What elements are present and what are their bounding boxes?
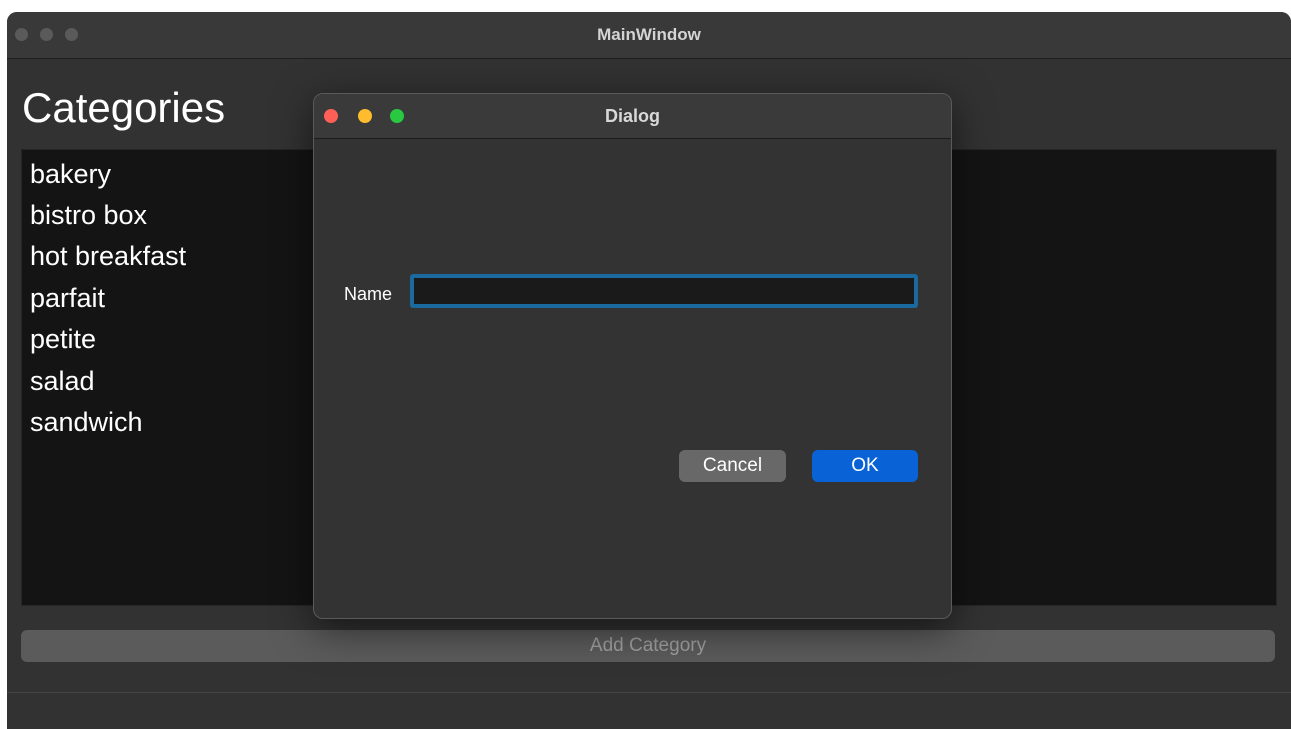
dialog-window: Dialog Name Cancel OK (313, 93, 952, 619)
list-item[interactable]: salad (30, 365, 95, 397)
list-item[interactable]: bakery (30, 158, 111, 190)
dialog-title: Dialog (604, 106, 660, 126)
list-item[interactable]: bistro box (30, 199, 147, 231)
ok-button[interactable]: OK (812, 450, 918, 482)
window-title: MainWindow (597, 25, 701, 44)
list-item[interactable]: hot breakfast (30, 240, 186, 272)
name-label: Name (344, 284, 393, 304)
main-titlebar: MainWindow (7, 12, 1291, 59)
cancel-button[interactable]: Cancel (679, 450, 786, 482)
list-item[interactable]: sandwich (30, 406, 143, 438)
list-item[interactable]: parfait (30, 282, 105, 314)
name-input[interactable] (410, 274, 918, 308)
dialog-titlebar: Dialog (314, 94, 951, 139)
add-category-button[interactable]: Add Category (21, 630, 1275, 662)
divider (7, 692, 1291, 693)
list-item[interactable]: petite (30, 323, 96, 355)
categories-heading: Categories (22, 84, 226, 131)
